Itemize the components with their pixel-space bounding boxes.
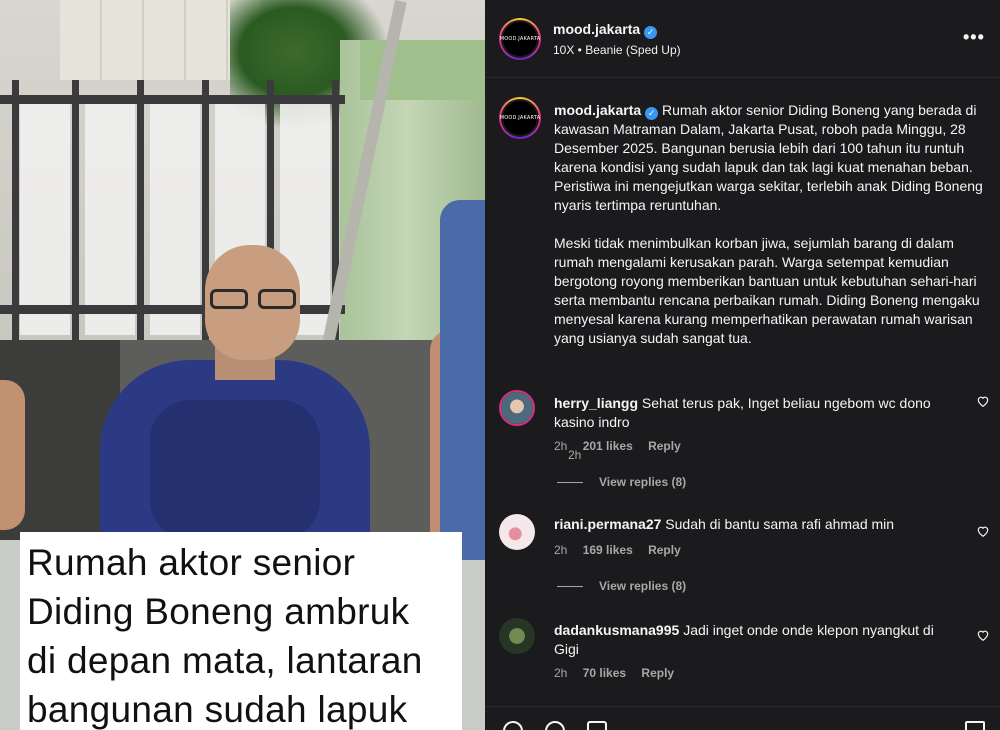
comment-meta: 2h 70 likes Reply: [554, 666, 686, 680]
comment-body: Sudah di bantu sama rafi ahmad min: [665, 516, 895, 532]
gate-rail: [0, 95, 345, 104]
author-avatar[interactable]: MOOD.JAKARTA: [499, 18, 541, 60]
comment-likes[interactable]: 70 likes: [583, 666, 626, 680]
verified-badge-icon: ✓: [645, 107, 659, 120]
comment-time[interactable]: 2h: [554, 543, 567, 557]
comment-meta: 2h 169 likes Reply: [554, 543, 693, 557]
comment-text: herry_liangg Sehat terus pak, Inget beli…: [554, 394, 959, 432]
post-sidebar: MOOD.JAKARTA mood.jakarta ✓ 10X • Beanie …: [485, 0, 1000, 730]
more-options-icon[interactable]: •••: [963, 27, 985, 48]
caption-line: bangunan sudah lapuk: [27, 689, 408, 730]
commenter-username[interactable]: herry_liangg: [554, 395, 638, 411]
caption-line: Rumah aktor senior: [27, 542, 356, 583]
video-caption-overlay: Rumah aktor senior Diding Boneng ambruk …: [20, 532, 462, 730]
commenter-avatar[interactable]: [499, 514, 535, 550]
caption-line: di depan mata, lantaran: [27, 640, 423, 681]
caption-line: Diding Boneng ambruk: [27, 591, 410, 632]
reply-button[interactable]: Reply: [648, 543, 681, 557]
gate-panel: [150, 100, 200, 335]
comment-likes[interactable]: 201 likes: [583, 439, 633, 453]
like-heart-icon[interactable]: [976, 394, 990, 408]
gate-bar: [12, 80, 19, 350]
caption-author-avatar[interactable]: MOOD.JAKARTA: [499, 97, 541, 139]
caption-paragraph: Meski tidak menimbulkan korban jiwa, sej…: [554, 235, 980, 346]
shirt-shadow: [150, 400, 320, 540]
caption-username[interactable]: mood.jakarta: [554, 102, 641, 118]
gate-bar: [72, 80, 79, 350]
verified-badge-icon: ✓: [644, 26, 658, 39]
caption-text: mood.jakarta ✓ Rumah aktor senior Diding …: [554, 101, 994, 367]
view-replies-label[interactable]: View replies (8): [599, 579, 686, 593]
gate-panel: [20, 100, 70, 335]
commenter-avatar[interactable]: [499, 618, 535, 654]
view-replies-button[interactable]: View replies (8): [557, 579, 686, 593]
comment-text: dadankusmana995 Jadi inget onde onde kle…: [554, 621, 959, 659]
comment-meta: 2h 201 likes Reply: [554, 439, 693, 453]
audio-track[interactable]: 10X • Beanie (Sped Up): [553, 43, 681, 57]
gate-panel: [85, 100, 135, 335]
comment-text: riani.permana27 Sudah di bantu sama rafi…: [554, 515, 959, 534]
author-username-text[interactable]: mood.jakarta: [553, 21, 640, 37]
commenter-avatar[interactable]: [499, 390, 535, 426]
glasses: [210, 289, 298, 309]
like-icon[interactable]: [503, 721, 523, 730]
avatar-logo: MOOD.JAKARTA: [499, 36, 541, 42]
commenter-username[interactable]: riani.permana27: [554, 516, 661, 532]
gate-bar: [137, 80, 144, 350]
author-username[interactable]: mood.jakarta ✓: [553, 21, 658, 39]
avatar-logo: MOOD.JAKARTA: [499, 115, 541, 121]
comment-time[interactable]: 2h: [554, 439, 567, 453]
share-icon[interactable]: [587, 721, 607, 730]
reply-button[interactable]: Reply: [648, 439, 681, 453]
view-replies-label[interactable]: View replies (8): [599, 475, 686, 489]
post-header: MOOD.JAKARTA mood.jakarta ✓ 10X • Beanie …: [485, 0, 1000, 78]
post-media[interactable]: Rumah aktor senior Diding Boneng ambruk …: [0, 0, 485, 730]
like-heart-icon[interactable]: [976, 628, 990, 642]
comment-likes[interactable]: 169 likes: [583, 543, 633, 557]
caption-paragraph: Rumah aktor senior Diding Boneng yang be…: [554, 102, 983, 213]
post-action-bar: [485, 706, 1000, 730]
comment-time[interactable]: 2h: [554, 666, 567, 680]
bystander-right: [440, 200, 485, 560]
bystander-left: [0, 380, 25, 530]
comment-icon[interactable]: [545, 721, 565, 730]
like-heart-icon[interactable]: [976, 524, 990, 538]
reply-button[interactable]: Reply: [641, 666, 674, 680]
view-replies-button[interactable]: View replies (8): [557, 475, 686, 489]
commenter-username[interactable]: dadankusmana995: [554, 622, 679, 638]
save-bookmark-icon[interactable]: [965, 721, 985, 730]
